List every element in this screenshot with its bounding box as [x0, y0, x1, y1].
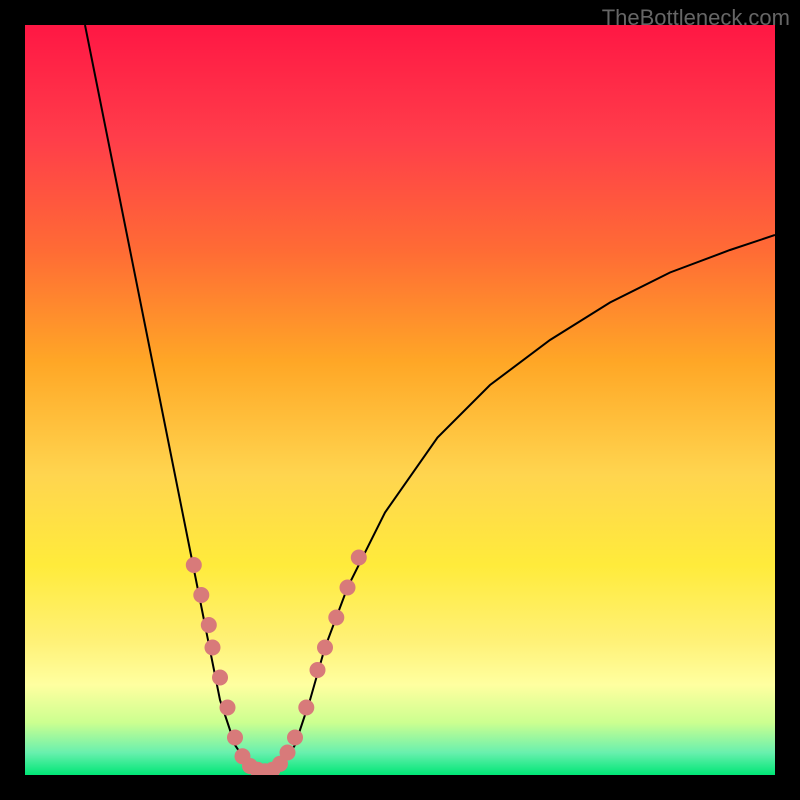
data-marker	[220, 700, 236, 716]
data-marker	[186, 557, 202, 573]
curve-overlay	[25, 25, 775, 775]
data-marker	[287, 730, 303, 746]
data-marker	[351, 550, 367, 566]
data-marker	[340, 580, 356, 596]
data-marker	[298, 700, 314, 716]
data-marker	[201, 617, 217, 633]
data-marker	[317, 640, 333, 656]
chart-container: TheBottleneck.com	[0, 0, 800, 800]
data-marker	[193, 587, 209, 603]
chart-area	[25, 25, 775, 775]
data-marker	[212, 670, 228, 686]
data-marker	[310, 662, 326, 678]
data-marker	[328, 610, 344, 626]
data-marker	[227, 730, 243, 746]
watermark-text: TheBottleneck.com	[602, 5, 790, 31]
v-curve-line	[85, 25, 775, 775]
data-marker	[205, 640, 221, 656]
data-marker	[280, 745, 296, 761]
